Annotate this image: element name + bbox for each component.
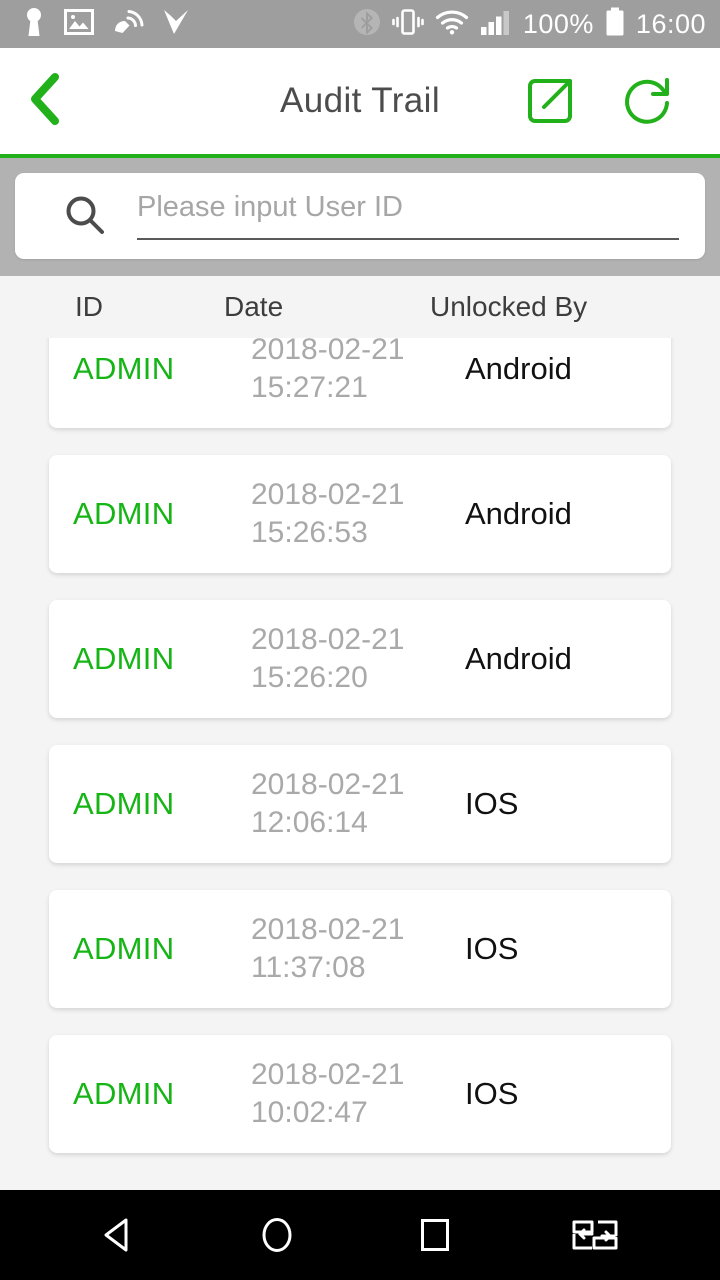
status-bar-right-icons: 100% 16:00 <box>353 7 706 42</box>
satellite-signal-icon <box>112 7 144 42</box>
audit-list[interactable]: ADMIN 2018-02-21 15:27:21 Android ADMIN 2018-… <box>0 338 720 1190</box>
row-date: 2018-02-21 15:26:20 <box>251 621 457 698</box>
row-unlocked-by: IOS <box>465 931 519 966</box>
recents-square-icon <box>412 1219 458 1262</box>
row-date-time: 15:27:21 <box>251 371 368 404</box>
check-play-icon <box>162 7 190 42</box>
search-input[interactable] <box>137 190 687 242</box>
export-share-icon <box>522 79 578 133</box>
row-date-time: 11:37:08 <box>251 951 366 984</box>
nav-split-screen-button[interactable] <box>570 1212 624 1258</box>
table-row[interactable]: ADMIN 2018-02-21 12:06:14 IOS <box>49 745 671 863</box>
row-user-id: ADMIN <box>73 786 175 821</box>
row-date-time: 12:06:14 <box>251 806 368 839</box>
split-screen-icon <box>570 1220 624 1262</box>
phone-screen: 100% 16:00 Audit Trail Please input User… <box>0 0 720 1280</box>
table-row[interactable]: ADMIN 2018-02-21 15:26:20 Android <box>49 600 671 718</box>
row-date-time: 10:02:47 <box>251 1096 368 1129</box>
row-unlocked-by: Android <box>465 351 572 386</box>
row-date: 2018-02-21 10:02:47 <box>251 1056 457 1133</box>
row-date: 2018-02-21 15:26:53 <box>251 476 457 553</box>
row-date-day: 2018-02-21 <box>251 477 405 511</box>
table-row[interactable]: ADMIN 2018-02-21 10:02:47 IOS <box>49 1035 671 1153</box>
table-column-headers: ID Date Unlocked By <box>0 276 720 338</box>
back-chevron-icon <box>25 72 65 131</box>
row-user-id: ADMIN <box>73 641 175 676</box>
table-row[interactable]: ADMIN 2018-02-21 15:26:53 Android <box>49 455 671 573</box>
row-date-day: 2018-02-21 <box>251 338 405 366</box>
refresh-button[interactable] <box>620 73 676 129</box>
row-date-time: 15:26:20 <box>251 661 368 694</box>
vibrate-icon <box>392 8 424 41</box>
status-bar: 100% 16:00 <box>0 0 720 48</box>
search-underline <box>137 238 679 240</box>
cellular-signal-icon <box>480 8 512 41</box>
row-unlocked-by: IOS <box>465 786 519 821</box>
row-unlocked-by: IOS <box>465 1076 519 1111</box>
row-date: 2018-02-21 11:37:08 <box>251 911 457 988</box>
column-header-id: ID <box>75 291 103 322</box>
row-date-day: 2018-02-21 <box>251 767 405 801</box>
row-date: 2018-02-21 12:06:14 <box>251 766 457 843</box>
column-header-unlocked-by: Unlocked By <box>430 291 588 322</box>
search-band <box>0 158 720 276</box>
keyhole-icon <box>22 7 46 42</box>
battery-full-icon <box>605 7 625 42</box>
nav-recents-button[interactable] <box>412 1212 458 1258</box>
row-user-id: ADMIN <box>73 1076 175 1111</box>
audit-list-rows: ADMIN 2018-02-21 15:27:21 Android ADMIN 2018-… <box>49 338 671 1153</box>
app-bar: Audit Trail <box>0 48 720 158</box>
search-icon <box>63 194 107 238</box>
row-date: 2018-02-21 15:27:21 <box>251 338 457 407</box>
row-date-time: 15:26:53 <box>251 516 368 549</box>
search-field <box>137 173 687 259</box>
table-row[interactable]: ADMIN 2018-02-21 15:27:21 Android <box>49 338 671 428</box>
row-user-id: ADMIN <box>73 351 175 386</box>
wifi-icon <box>435 9 469 40</box>
row-user-id: ADMIN <box>73 931 175 966</box>
nav-home-button[interactable] <box>254 1212 300 1258</box>
row-unlocked-by: Android <box>465 496 572 531</box>
clock-label: 16:00 <box>635 8 706 39</box>
back-triangle-icon <box>96 1218 142 1262</box>
row-date-day: 2018-02-21 <box>251 622 405 656</box>
row-date-day: 2018-02-21 <box>251 912 405 946</box>
photo-icon <box>64 8 94 41</box>
column-header-date: Date <box>224 291 284 322</box>
nav-back-button[interactable] <box>96 1212 142 1258</box>
row-date-day: 2018-02-21 <box>251 1057 405 1091</box>
bluetooth-icon <box>353 8 381 41</box>
back-button[interactable] <box>0 48 90 154</box>
export-button[interactable] <box>522 73 578 129</box>
search-card[interactable] <box>15 173 705 259</box>
row-unlocked-by: Android <box>465 641 572 676</box>
refresh-icon <box>620 78 676 133</box>
home-circle-icon <box>254 1218 300 1262</box>
app-bar-actions <box>522 73 720 129</box>
system-nav-bar <box>0 1190 720 1280</box>
status-bar-left-icons <box>22 7 190 42</box>
table-row[interactable]: ADMIN 2018-02-21 11:37:08 IOS <box>49 890 671 1008</box>
battery-percent-label: 100% <box>522 8 594 39</box>
row-user-id: ADMIN <box>73 496 175 531</box>
